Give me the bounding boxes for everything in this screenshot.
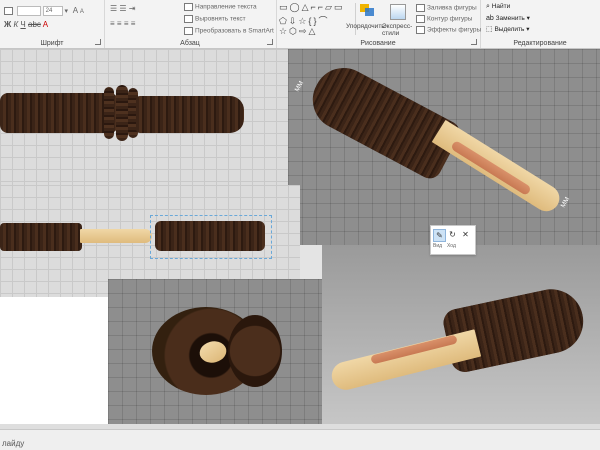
numbering-icon[interactable]: ☰ [119,4,126,13]
dark-wood-tube [0,93,118,133]
paragraph-group-label: Абзац [180,40,200,47]
viewport-label: MM [559,196,572,209]
arrange-icon [360,4,376,18]
font-group: 24 ▾ A A Ж К Ч abc A Шрифт [0,0,105,48]
shape-effects-button[interactable]: Эффекты фигуры [416,26,481,34]
shape-fill-button[interactable]: Заливка фигуры [416,4,477,12]
bold-icon[interactable]: Ж [4,20,11,29]
drawing-dialog-launcher-icon[interactable] [471,39,477,45]
effects-icon [416,26,425,34]
select-icon: ⬚ [486,26,493,33]
drawing-group-label: Рисование [360,40,396,47]
replace-icon: ab [486,15,494,22]
screenshot-top-right[interactable]: MM MM [288,49,600,245]
align-center-icon[interactable]: ≡ [117,19,122,28]
wood-ring [116,85,128,141]
indent-icon[interactable]: ⇥ [129,4,136,13]
align-left-icon[interactable]: ≡ [110,19,115,28]
find-button[interactable]: ⌕ Найти [486,3,510,11]
select-button[interactable]: ⬚ Выделить ▾ [486,25,530,33]
rotate-icon[interactable]: ↻ [447,229,458,240]
blank-area [0,297,108,427]
font-family-field[interactable] [16,6,41,17]
chevron-down-icon: ▾ [526,15,530,22]
replace-button[interactable]: ab Заменить ▾ [486,14,530,22]
crop-icon[interactable]: ✕ [460,229,471,240]
pale-mouthpiece [80,229,152,243]
arrange-button[interactable]: Упорядочить [346,23,385,30]
align-text-button[interactable]: Выровнять текст [184,15,246,23]
express-styles-icon [390,4,406,20]
find-icon: ⌕ [486,3,490,10]
text-direction-button[interactable]: Направление текста [184,3,257,11]
shape-outline-button[interactable]: Контур фигуры [416,15,472,23]
style-icon[interactable]: ✎ [433,229,446,242]
font-dialog-launcher-icon[interactable] [95,39,101,45]
editing-group-label: Редактирование [513,40,567,47]
viewport-label: MM [293,80,306,93]
font-color-icon[interactable]: A [43,20,48,29]
convert-smartart-button[interactable]: Преобразовать в SmartArt [184,27,274,35]
screenshot-top-left[interactable] [0,49,288,185]
chevron-down-icon: ▾ [526,26,530,33]
pale-mouthpiece [328,329,482,393]
mini-toolbar-label: Вид [433,243,443,249]
drawing-group: ▭◯△⌐⌐▱▭ ⬠⇩☆{}⌒ ☆⬡⇨△ Упорядочить Экспресс… [276,0,481,48]
shapes-gallery[interactable]: ▭◯△⌐⌐▱▭ [279,2,344,13]
bullets-icon[interactable]: ☰ [110,4,117,13]
slide-canvas[interactable]: MM MM ✎ ↻ ✕ Вид Ход [0,49,600,427]
screenshot-bottom-middle[interactable] [108,279,322,427]
font-size-dropdown-icon[interactable]: ▾ [64,8,68,15]
outline-icon [416,15,425,23]
grow-font-icon[interactable]: A [73,6,78,15]
ribbon: 24 ▾ A A Ж К Ч abc A Шрифт ☰ ☰ ⇥ ≡ ≡ ≡ ≡… [0,0,600,49]
paragraph-group: ☰ ☰ ⇥ ≡ ≡ ≡ ≡ Направление текста Выровня… [104,0,277,48]
slide-indicator: лайду [2,439,25,448]
dark-wood-tube [302,57,464,183]
strike-icon[interactable]: abc [28,20,41,29]
font-group-label: Шрифт [40,40,64,47]
wood-ring [104,87,114,139]
italic-icon[interactable]: К [13,20,18,29]
editing-group: ⌕ Найти ab Заменить ▾ ⬚ Выделить ▾ Редак… [480,0,600,48]
smartart-icon [184,27,193,35]
wood-ring [228,315,282,387]
text-direction-icon [184,3,193,11]
dark-wood-tube [136,96,244,133]
express-styles-button[interactable]: Экспресс-стили [382,23,414,37]
font-family-dropdown-icon[interactable] [4,7,13,16]
image-mini-toolbar: ✎ ↻ ✕ Вид Ход [430,225,476,255]
selection-box[interactable] [150,215,272,259]
justify-icon[interactable]: ≡ [131,19,136,28]
font-size-field[interactable]: 24 [42,6,63,17]
align-right-icon[interactable]: ≡ [124,19,129,28]
mini-toolbar-label: Ход [447,243,456,249]
status-bar: лайду [0,429,600,450]
align-text-icon [184,15,193,23]
underline-icon[interactable]: Ч [20,20,25,29]
gallery-scroll[interactable] [355,3,356,35]
screenshot-bottom-right[interactable] [322,245,600,427]
fill-icon [416,4,425,12]
shrink-font-icon[interactable]: A [80,9,84,15]
dark-wood-tube [0,223,82,251]
paragraph-dialog-launcher-icon[interactable] [267,39,273,45]
